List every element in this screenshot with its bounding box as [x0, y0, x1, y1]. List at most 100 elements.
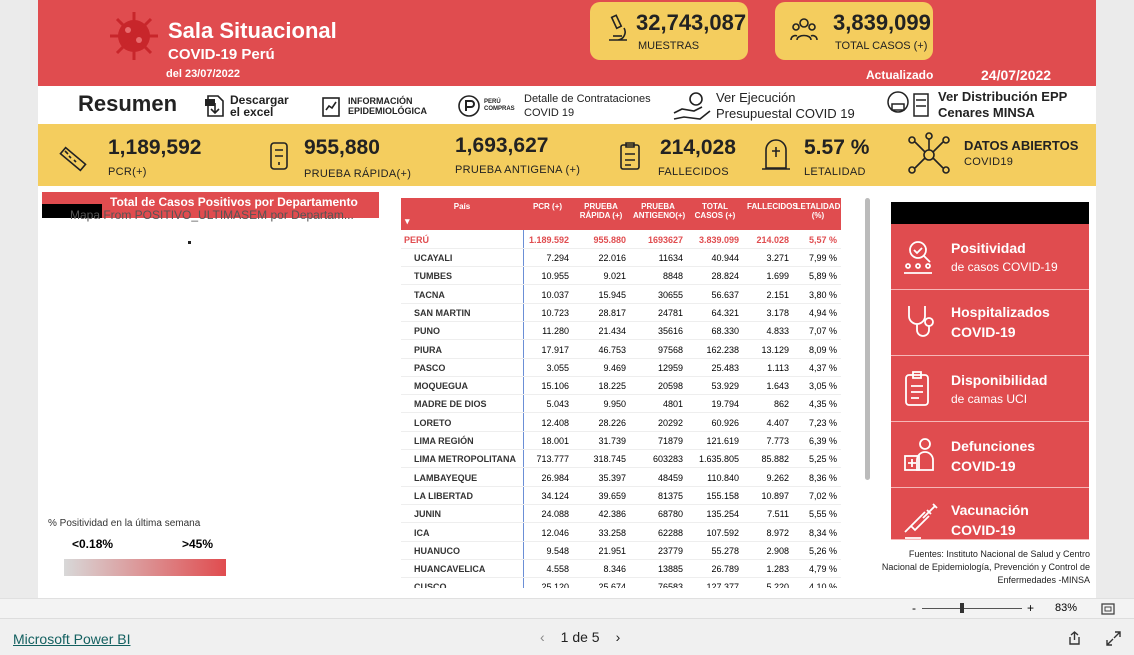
value-cell: 11634 [658, 253, 683, 263]
value-cell: 40.944 [711, 253, 739, 263]
column-header[interactable]: LETALIDAD (%) [795, 202, 841, 220]
kpi-prueba-rapida: 955,880 PRUEBA RÁPIDA(+) [248, 124, 428, 186]
ejecucion-presupuestal-link[interactable]: Ver Ejecución Presupuestal COVID 19 [672, 90, 864, 122]
value-cell: 1.643 [766, 381, 789, 392]
value-cell: 5,57 % [808, 235, 837, 245]
table-row[interactable]: TUMBES 10.955 9.021 8848 28.824 1.699 5,89 % [401, 267, 841, 286]
table-row[interactable]: LIMA REGIÓN 18.001 31.739 71879 121.619 7.773… [401, 432, 841, 450]
column-header[interactable]: FALLECIDOS [747, 202, 798, 211]
prev-page-icon[interactable]: ‹ [540, 629, 545, 645]
value-cell: 7,02 % [808, 490, 837, 501]
hospitalizados-button[interactable]: Hospitalizados COVID-19 [891, 290, 1089, 356]
disponibilidad-button[interactable]: Disponibilidad de camas UCI [891, 356, 1089, 422]
table-row[interactable]: PIURA 17.917 46.753 97568 162.238 13.129 8,09 … [401, 341, 841, 359]
table-row[interactable]: PUNO 11.280 21.434 35616 68.330 4.833 7,07 % [401, 322, 841, 341]
vacunacion-button[interactable]: Vacunación COVID-19 [891, 488, 1089, 540]
zoom-slider[interactable] [922, 608, 1022, 609]
zoom-in-button[interactable]: + [1027, 601, 1034, 615]
report-date: del 23/07/2022 [166, 68, 241, 80]
value-cell: 26.984 [541, 472, 569, 483]
next-page-icon[interactable]: › [616, 629, 621, 645]
fullscreen-icon[interactable] [1106, 631, 1121, 646]
defunciones-button[interactable]: Defunciones COVID-19 [891, 422, 1089, 488]
value-cell: 18.001 [541, 436, 569, 446]
column-header[interactable]: País [401, 202, 523, 211]
cases-table[interactable]: País PCR (+) PRUEBA RÁPIDA (+) PRUEBA ANTIG… [401, 198, 841, 588]
button-title: Positividad [951, 240, 1026, 256]
table-row[interactable]: LAMBAYEQUE 26.984 35.397 48459 110.840 9.262 8… [401, 469, 841, 487]
table-row[interactable]: CUSCO 25.120 25.674 76583 127.377 5.220 4,10 % [401, 578, 841, 588]
kpi-value: 3,839,099 [833, 10, 931, 35]
table-row[interactable]: LIMA METROPOLITANA 713.777 318.745 603283 1.… [401, 450, 841, 469]
value-cell: 33.258 [598, 527, 626, 538]
value-cell: 3.055 [546, 362, 569, 373]
table-row[interactable]: JUNIN 24.088 42.386 68780 135.254 7.511 5,55 % [401, 505, 841, 524]
value-cell: 8.972 [766, 527, 789, 538]
table-row[interactable]: TACNA 10.037 15.945 30655 56.637 2.151 3,80 % [401, 286, 841, 304]
value-cell: 46.753 [598, 344, 626, 355]
value-cell: 2.151 [766, 289, 789, 300]
value-cell: 9.262 [766, 472, 789, 483]
value-cell: 862 [773, 399, 789, 410]
value-cell: 53.929 [711, 381, 739, 392]
kpi-label: PRUEBA RÁPIDA(+) [304, 168, 412, 180]
datos-abiertos-link[interactable]: DATOS ABIERTOS COVID19 [900, 124, 1090, 186]
value-cell: 85.882 [761, 454, 789, 465]
value-cell: 4.833 [766, 326, 789, 337]
distribucion-epp-link[interactable]: Ver Distribución EPP Cenares MINSA [884, 88, 1072, 122]
table-row[interactable]: UCAYALI 7.294 22.016 11634 40.944 3.271 7,99 % [401, 249, 841, 267]
info-label: INFORMACIÓN EPIDEMIOLÓGICA [348, 96, 428, 116]
positividad-button[interactable]: Positividad de casos COVID-19 [891, 224, 1089, 290]
table-scrollbar[interactable] [865, 198, 870, 480]
value-cell: 9.469 [603, 362, 626, 373]
value-cell: 4,10 % [808, 582, 837, 588]
power-bi-link[interactable]: Microsoft Power BI [13, 631, 130, 647]
value-cell: 3.271 [766, 253, 789, 263]
department-cell: CUSCO [414, 582, 447, 588]
table-row[interactable]: MADRE DE DIOS 5.043 9.950 4801 19.794 862 4,35… [401, 395, 841, 414]
column-header[interactable]: TOTAL CASOS (+) [691, 202, 739, 220]
table-row[interactable]: LA LIBERTAD 34.124 39.659 81375 155.158 10.89… [401, 487, 841, 505]
department-cell: MOQUEGUA [414, 381, 468, 392]
value-cell: 955.880 [593, 235, 626, 245]
stethoscope-icon [908, 306, 934, 337]
table-row[interactable]: HUANCAVELICA 4.558 8.346 13885 26.789 1.283 4,… [401, 560, 841, 579]
value-cell: 21.434 [598, 326, 626, 337]
value-cell: 7.294 [546, 253, 569, 263]
value-cell: 8,34 % [808, 527, 837, 538]
kpi-value: 1,189,592 [108, 136, 202, 159]
zoom-slider-handle[interactable] [960, 603, 964, 613]
fit-page-icon[interactable] [1101, 603, 1115, 615]
side-menu: Positividad de casos COVID-19 Hospitaliz… [891, 202, 1089, 540]
value-cell: 3.178 [766, 307, 789, 318]
zoom-out-button[interactable]: - [912, 601, 916, 615]
value-cell: 56.637 [711, 289, 739, 300]
share-icon[interactable] [1067, 631, 1082, 646]
syringe-icon [904, 503, 938, 539]
table-row[interactable]: ICA 12.046 33.258 62288 107.592 8.972 8,34 % [401, 524, 841, 542]
department-cell: LIMA METROPOLITANA [414, 454, 516, 465]
info-epidemiologica-link[interactable]: INFORMACIÓN EPIDEMIOLÓGICA [320, 94, 438, 118]
column-header[interactable]: PCR (+) [526, 202, 569, 211]
value-cell: 5,89 % [808, 271, 837, 282]
table-row[interactable]: MOQUEGUA 15.106 18.225 20598 53.929 1.643 3,05… [401, 377, 841, 396]
table-row[interactable]: SAN MARTIN 10.723 28.817 24781 64.321 3.178 4,… [401, 304, 841, 322]
column-header[interactable]: PRUEBA ANTIGENO(+) [633, 202, 685, 220]
kpi-value: 1,693,627 [455, 134, 549, 157]
value-cell: 3,05 % [808, 381, 837, 392]
sort-indicator-icon[interactable]: ▾ [405, 216, 410, 227]
table-row[interactable]: LORETO 12.408 28.226 20292 60.926 4.407 7,23 % [401, 414, 841, 432]
column-header[interactable]: PRUEBA RÁPIDA (+) [576, 202, 626, 220]
department-cell: TUMBES [414, 271, 452, 282]
detalle-contrataciones-link[interactable]: Detalle de Contrataciones COVID 19 [524, 92, 652, 120]
department-cell: PASCO [414, 362, 446, 373]
peru-compras-link[interactable]: PERÚ COMPRAS [458, 94, 516, 118]
download-excel-link[interactable]: Descargar el excel [204, 94, 290, 118]
clipboard-icon [905, 371, 929, 406]
table-row[interactable]: HUANUCO 9.548 21.951 23779 55.278 2.908 5,26 % [401, 542, 841, 560]
table-total-row[interactable]: PERÚ 1.189.592 955.880 1693627 3.839.099 214.… [401, 231, 841, 249]
table-row[interactable]: PASCO 3.055 9.469 12959 25.483 1.113 4,37 % [401, 359, 841, 377]
money-hand-icon [673, 92, 711, 120]
zoom-level: 83% [1055, 602, 1078, 614]
kpi-pcr: 1,189,592 PCR(+) [38, 124, 238, 186]
